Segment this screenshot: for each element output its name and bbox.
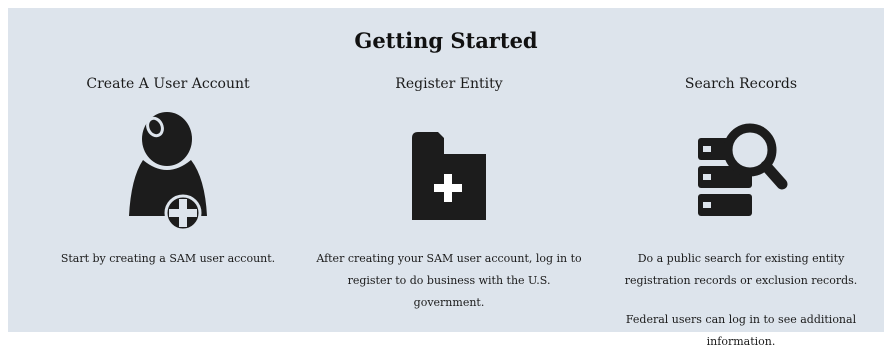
card-description: Start by creating a SAM user account. — [60, 252, 276, 265]
section-title: Getting Started — [354, 28, 538, 53]
getting-started-panel: Getting Started Create A User Account St… — [8, 8, 884, 348]
card-register-entity[interactable]: Register Entity After creating your SAM … — [311, 74, 587, 314]
card-description: After creating your SAM user account, lo… — [316, 252, 582, 309]
card-title[interactable]: Register Entity — [311, 74, 587, 94]
card-title[interactable]: Search Records — [606, 74, 876, 94]
search-records-icon — [698, 123, 788, 216]
card-description: Do a public search for existing entity r… — [624, 252, 858, 287]
card-create-user-account[interactable]: Create A User Account Start by creating … — [30, 74, 306, 270]
card-search-records[interactable]: Search Records Do a public search for ex… — [606, 74, 876, 353]
card-note: Federal users can log in to see addition… — [625, 313, 857, 348]
card-title[interactable]: Create A User Account — [30, 74, 306, 94]
folder-add-icon — [412, 132, 486, 220]
user-add-icon — [129, 112, 207, 232]
